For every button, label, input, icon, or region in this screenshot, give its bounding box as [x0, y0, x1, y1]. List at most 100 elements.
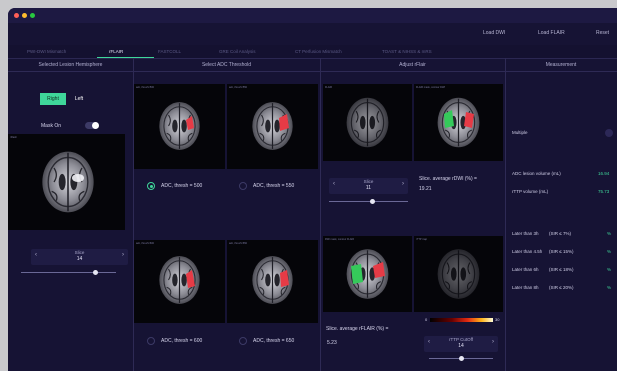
image-tag: adc, thresh=550: [229, 86, 247, 89]
flair-average-label: Slice. average rFLAIR (%) =: [326, 326, 389, 332]
mask-on-label: Mask On: [41, 123, 62, 129]
title-bar: [8, 8, 617, 23]
adc-600-image[interactable]: adc, thresh=600: [134, 240, 225, 323]
cutoff-slider[interactable]: [429, 356, 493, 361]
flair-slice-stepper[interactable]: ‹ Slice 11 ›: [329, 178, 408, 194]
adc-500-label[interactable]: ADC, thresh = 500: [161, 183, 202, 189]
slice-value: 11: [365, 185, 372, 191]
dwi-mask-image: DWI mask, contour FLAIR: [323, 236, 412, 312]
reset-button[interactable]: Reset: [596, 30, 609, 36]
brain-scan: [158, 101, 201, 151]
panel-title: Selected Lesion Hemisphere: [38, 62, 103, 68]
adc-550-image[interactable]: adc, thresh=550: [227, 84, 318, 169]
load-flair-button[interactable]: Load FLAIR: [538, 30, 565, 36]
rttp-volume-label: rTTP volume (mL): [512, 189, 549, 194]
adjust-rflair-panel: Adjust rFlair FLAIR FLAIR mask, contour …: [320, 58, 506, 371]
adc-550-radio[interactable]: [239, 182, 247, 190]
image-tag: rFlash: [10, 136, 17, 139]
brain-scan: [436, 97, 481, 148]
rttp-cutoff-stepper[interactable]: ‹ rTTP CutOff 14 ›: [424, 336, 498, 352]
right-hemisphere-button[interactable]: Right: [40, 93, 66, 105]
tab-gre-coil-analysis[interactable]: GRE Coil Analysis: [219, 49, 256, 54]
tab-pwi-dwi-mismatch[interactable]: PWI-DWI Mismatch: [27, 49, 66, 54]
adc-600-radio[interactable]: [147, 337, 155, 345]
later-4-5h-label: Later than 4.5h: [512, 249, 543, 254]
slice-stepper[interactable]: ‹ Slice 14 ›: [31, 249, 128, 265]
flair-slice-slider-knob[interactable]: [369, 199, 375, 204]
cutoff-slider-knob[interactable]: [458, 356, 464, 361]
panel-header: Measurement: [505, 58, 617, 72]
slice-next-icon[interactable]: ›: [402, 181, 404, 187]
slice-slider[interactable]: [21, 270, 116, 275]
flair-average-value: 5.23: [327, 340, 337, 346]
measurement-panel: Measurement Multiple ADC lesion volume (…: [505, 58, 617, 371]
adc-600-label[interactable]: ADC, thresh = 600: [161, 338, 202, 344]
image-tag: adc, thresh=650: [229, 242, 247, 245]
dwi-average-label: Slice. average rDWI (%) =: [419, 176, 477, 182]
adc-500-image[interactable]: adc, thresh=500: [134, 84, 225, 169]
brain-scan: [345, 97, 390, 148]
slice-label: Slice: [363, 179, 374, 184]
panel-header: Selected Lesion Hemisphere: [8, 58, 133, 72]
colorbar-min: 0: [425, 317, 428, 322]
load-dwi-button[interactable]: Load DWI: [483, 30, 505, 36]
brain-scan: [158, 255, 201, 305]
brain-scan: [436, 248, 481, 300]
later-4-5h-sir: (SIR ≤ 15%): [549, 249, 574, 254]
adc-650-image[interactable]: adc, thresh=650: [227, 240, 318, 323]
slice-value: 14: [76, 256, 83, 262]
tab-rflair[interactable]: rFLAIR: [109, 49, 123, 54]
brain-scan: [345, 248, 390, 300]
adc-500-radio[interactable]: [147, 182, 155, 190]
cutoff-label: rTTP CutOff: [448, 337, 474, 342]
rttp-colorbar: [430, 318, 493, 322]
adc-volume-value: 16.94: [598, 171, 610, 176]
multiple-toggle[interactable]: [605, 129, 613, 137]
adc-650-label[interactable]: ADC, thresh = 650: [253, 338, 294, 344]
slice-next-icon[interactable]: ›: [122, 252, 124, 258]
flair-image: FLAIR: [323, 84, 412, 161]
tab-bar: PWI-DWI Mismatch rFLAIR FASTCOLL GRE Coi…: [8, 45, 617, 59]
image-tag: FLAIR mask, contour DWI: [416, 86, 446, 89]
image-tag: DWI mask, contour FLAIR: [325, 238, 355, 241]
later-3h-sir: (SIR ≤ 7%): [549, 231, 571, 236]
later-8h-sir: (SIR ≤ 20%): [549, 285, 574, 290]
later-6h-value: %: [607, 267, 612, 272]
panel-title: Select ADC Threshold: [201, 62, 252, 68]
tab-toast-nihss-mrs[interactable]: TOAST & NIHSS & mRS: [382, 49, 432, 54]
later-6h-label: Later than 6h: [512, 267, 539, 272]
rttp-map-image: rTTP map: [414, 236, 503, 312]
cutoff-value: 14: [458, 343, 464, 349]
later-3h-value: %: [607, 231, 612, 236]
slice-label: Slice: [74, 250, 85, 255]
brain-scan: [251, 255, 294, 305]
panel-title: Measurement: [545, 62, 577, 68]
brain-scan: [251, 101, 294, 151]
image-tag: FLAIR: [325, 86, 333, 89]
brain-scan: [41, 150, 95, 214]
tab-ct-perfusion-mismatch[interactable]: CT Perfusion Mismatch: [295, 49, 342, 54]
close-window-icon[interactable]: [14, 13, 19, 18]
left-hemisphere-button[interactable]: Left: [66, 93, 92, 105]
minimize-window-icon[interactable]: [22, 13, 27, 18]
flair-slice-slider[interactable]: [329, 199, 408, 204]
adc-550-label[interactable]: ADC, thresh = 550: [253, 183, 294, 189]
later-8h-label: Later than 8h: [512, 285, 539, 290]
later-6h-sir: (SIR ≤ 18%): [549, 267, 574, 272]
cutoff-next-icon[interactable]: ›: [492, 339, 494, 345]
image-tag: rTTP map: [416, 238, 428, 241]
rflash-image: rFlash: [8, 134, 125, 230]
slice-slider-knob[interactable]: [92, 270, 98, 275]
mask-on-toggle[interactable]: [85, 122, 99, 129]
adc-volume-label: ADC lesion volume (mL): [512, 171, 561, 176]
later-8h-value: %: [607, 285, 612, 290]
multiple-label: Multiple: [512, 130, 528, 135]
flair-mask-image: FLAIR mask, contour DWI: [414, 84, 503, 161]
later-4-5h-value: %: [607, 249, 612, 254]
zoom-window-icon[interactable]: [30, 13, 35, 18]
colorbar-max: 30: [495, 317, 500, 322]
dwi-average-value: 19.21: [419, 186, 432, 192]
tab-fastcoll[interactable]: FASTCOLL: [158, 49, 181, 54]
panel-header: Adjust rFlair: [320, 58, 505, 72]
adc-650-radio[interactable]: [239, 337, 247, 345]
